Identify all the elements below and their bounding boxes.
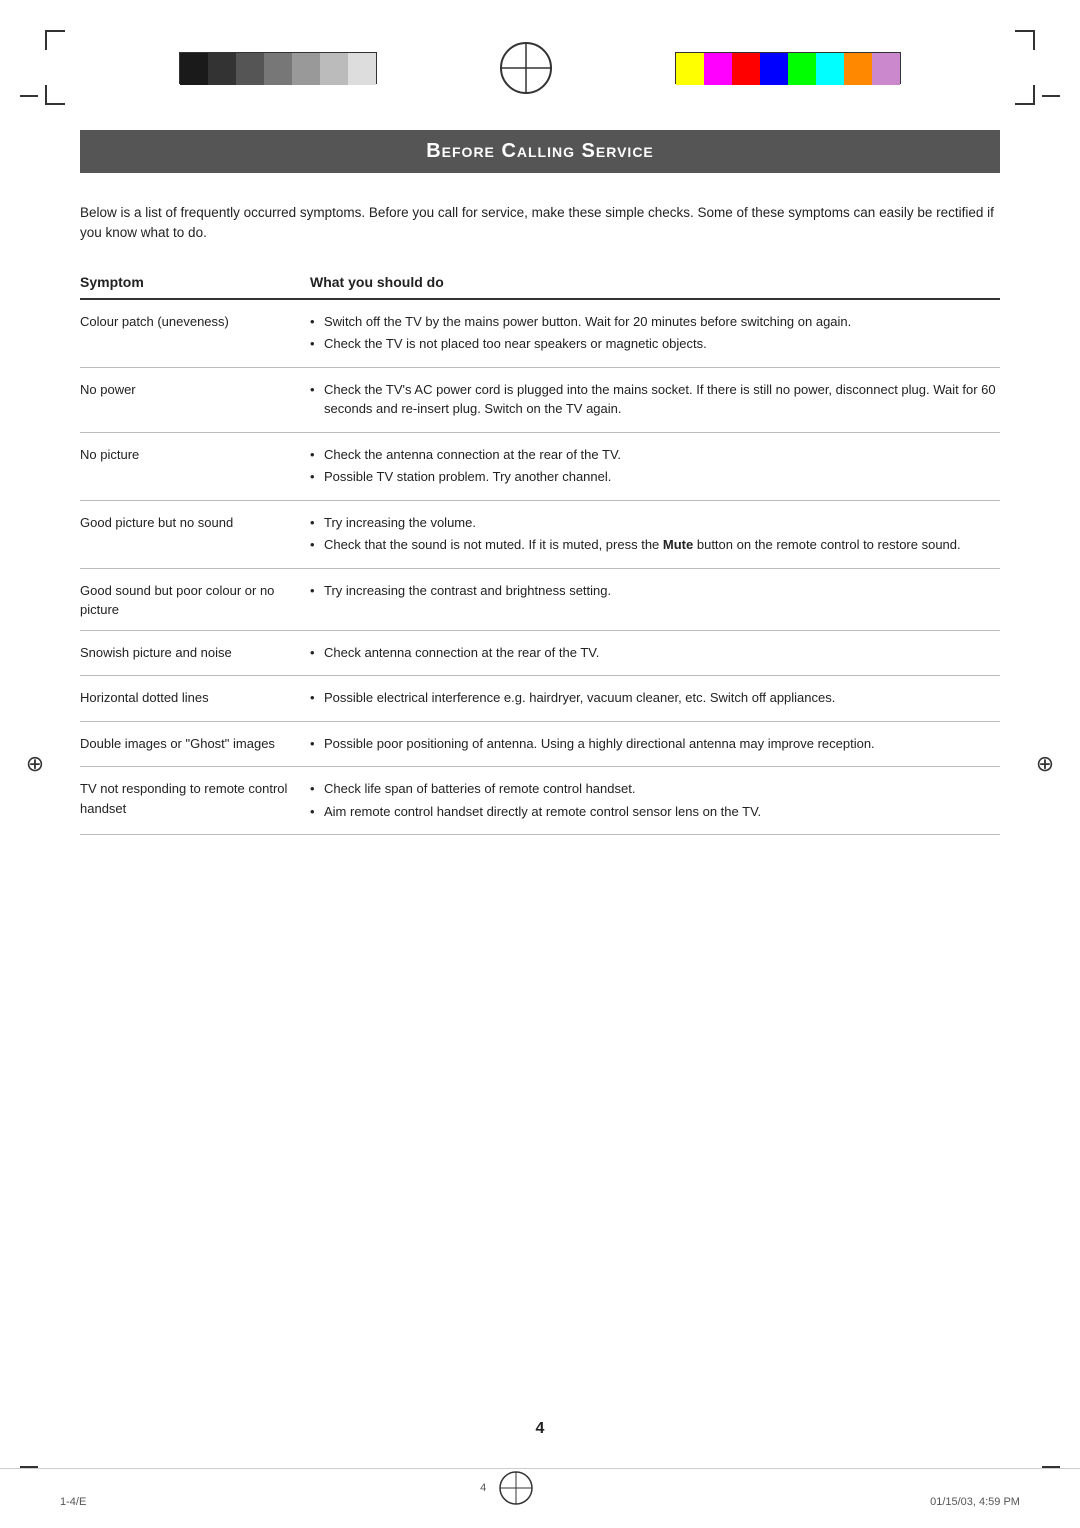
side-crosshair-left: ⊕ xyxy=(20,749,50,779)
solution-item: Try increasing the contrast and brightne… xyxy=(310,581,1000,601)
solution-item: Aim remote control handset directly at r… xyxy=(310,802,1000,822)
corner-marks-right xyxy=(1015,30,1035,105)
solution-item: Try increasing the volume. xyxy=(310,513,1000,533)
page-wrapper: ⊕ ⊕ xyxy=(0,0,1080,1528)
symptom-cell: No picture xyxy=(80,432,310,500)
solution-item: Check the TV is not placed too near spea… xyxy=(310,334,1000,354)
cs-r8 xyxy=(872,53,900,85)
left-tick-top xyxy=(20,95,38,97)
table-row: TV not responding to remote control hand… xyxy=(80,767,1000,835)
cs-r3 xyxy=(732,53,760,85)
symptom-cell: No power xyxy=(80,367,310,432)
corner-mark-bl xyxy=(45,85,65,105)
color-strip-right xyxy=(675,52,901,84)
solution-item: Check the antenna connection at the rear… xyxy=(310,445,1000,465)
footer-left: 1-4/E xyxy=(60,1496,86,1508)
intro-text: Below is a list of frequently occurred s… xyxy=(80,203,1000,244)
solution-item: Check that the sound is not muted. If it… xyxy=(310,535,1000,555)
footer-crosshair xyxy=(496,1468,536,1508)
page-title-box: Before Calling Service xyxy=(80,130,1000,173)
cs-7 xyxy=(348,53,376,85)
cs-2 xyxy=(208,53,236,85)
table-row: Horizontal dotted linesPossible electric… xyxy=(80,676,1000,722)
symptom-cell: Good picture but no sound xyxy=(80,500,310,568)
solution-cell: Check life span of batteries of remote c… xyxy=(310,767,1000,835)
solution-item: Possible poor positioning of antenna. Us… xyxy=(310,734,1000,754)
header-solution: What you should do xyxy=(310,274,1000,299)
solution-cell: Possible poor positioning of antenna. Us… xyxy=(310,721,1000,767)
solution-cell: Check the TV's AC power cord is plugged … xyxy=(310,367,1000,432)
cs-r1 xyxy=(676,53,704,85)
corner-mark-tl xyxy=(45,30,65,50)
cs-r2 xyxy=(704,53,732,85)
symptom-cell: Double images or "Ghost" images xyxy=(80,721,310,767)
symptom-table: Symptom What you should do Colour patch … xyxy=(80,274,1000,836)
solution-item: Check the TV's AC power cord is plugged … xyxy=(310,380,1000,419)
symptom-cell: Horizontal dotted lines xyxy=(80,676,310,722)
cs-5 xyxy=(292,53,320,85)
solution-item: Possible TV station problem. Try another… xyxy=(310,467,1000,487)
solution-item: Switch off the TV by the mains power but… xyxy=(310,312,1000,332)
cs-4 xyxy=(264,53,292,85)
solution-cell: Try increasing the volume.Check that the… xyxy=(310,500,1000,568)
solution-cell: Check the antenna connection at the rear… xyxy=(310,432,1000,500)
page-number: 4 xyxy=(536,1420,545,1438)
table-row: Snowish picture and noiseCheck antenna c… xyxy=(80,630,1000,676)
solution-item: Possible electrical interference e.g. ha… xyxy=(310,688,1000,708)
page-title: Before Calling Service xyxy=(100,140,980,163)
corner-mark-br xyxy=(1015,85,1035,105)
cs-r6 xyxy=(816,53,844,85)
cs-r4 xyxy=(760,53,788,85)
solution-item: Check life span of batteries of remote c… xyxy=(310,779,1000,799)
table-row: No powerCheck the TV's AC power cord is … xyxy=(80,367,1000,432)
symptom-cell: TV not responding to remote control hand… xyxy=(80,767,310,835)
table-row: Good picture but no soundTry increasing … xyxy=(80,500,1000,568)
corner-marks-left xyxy=(45,30,65,105)
table-row: No pictureCheck the antenna connection a… xyxy=(80,432,1000,500)
page-number-area: 4 xyxy=(0,1420,1080,1438)
footer-right: 01/15/03, 4:59 PM xyxy=(930,1496,1020,1508)
solution-cell: Possible electrical interference e.g. ha… xyxy=(310,676,1000,722)
side-crosshair-right: ⊕ xyxy=(1030,749,1060,779)
table-row: Colour patch (uneveness)Switch off the T… xyxy=(80,299,1000,368)
cs-1 xyxy=(180,53,208,85)
color-strip-left xyxy=(179,52,377,84)
table-row: Double images or "Ghost" imagesPossible … xyxy=(80,721,1000,767)
symptom-cell: Colour patch (uneveness) xyxy=(80,299,310,368)
main-content: Before Calling Service Below is a list o… xyxy=(0,120,1080,895)
top-bar-area xyxy=(0,0,1080,120)
table-row: Good sound but poor colour or no picture… xyxy=(80,568,1000,630)
footer-center: 4 xyxy=(480,1482,486,1494)
right-tick-top xyxy=(1042,95,1060,97)
symptom-cell: Snowish picture and noise xyxy=(80,630,310,676)
center-crosshair xyxy=(491,38,561,98)
header-symptom: Symptom xyxy=(80,274,310,299)
solution-cell: Check antenna connection at the rear of … xyxy=(310,630,1000,676)
corner-mark-tr xyxy=(1015,30,1035,50)
solution-item: Check antenna connection at the rear of … xyxy=(310,643,1000,663)
table-header-row: Symptom What you should do xyxy=(80,274,1000,299)
cs-r5 xyxy=(788,53,816,85)
cs-r7 xyxy=(844,53,872,85)
footer-bar: 1-4/E 4 01/15/03, 4:59 PM xyxy=(0,1468,1080,1528)
cs-6 xyxy=(320,53,348,85)
cs-3 xyxy=(236,53,264,85)
solution-cell: Switch off the TV by the mains power but… xyxy=(310,299,1000,368)
solution-cell: Try increasing the contrast and brightne… xyxy=(310,568,1000,630)
symptom-cell: Good sound but poor colour or no picture xyxy=(80,568,310,630)
